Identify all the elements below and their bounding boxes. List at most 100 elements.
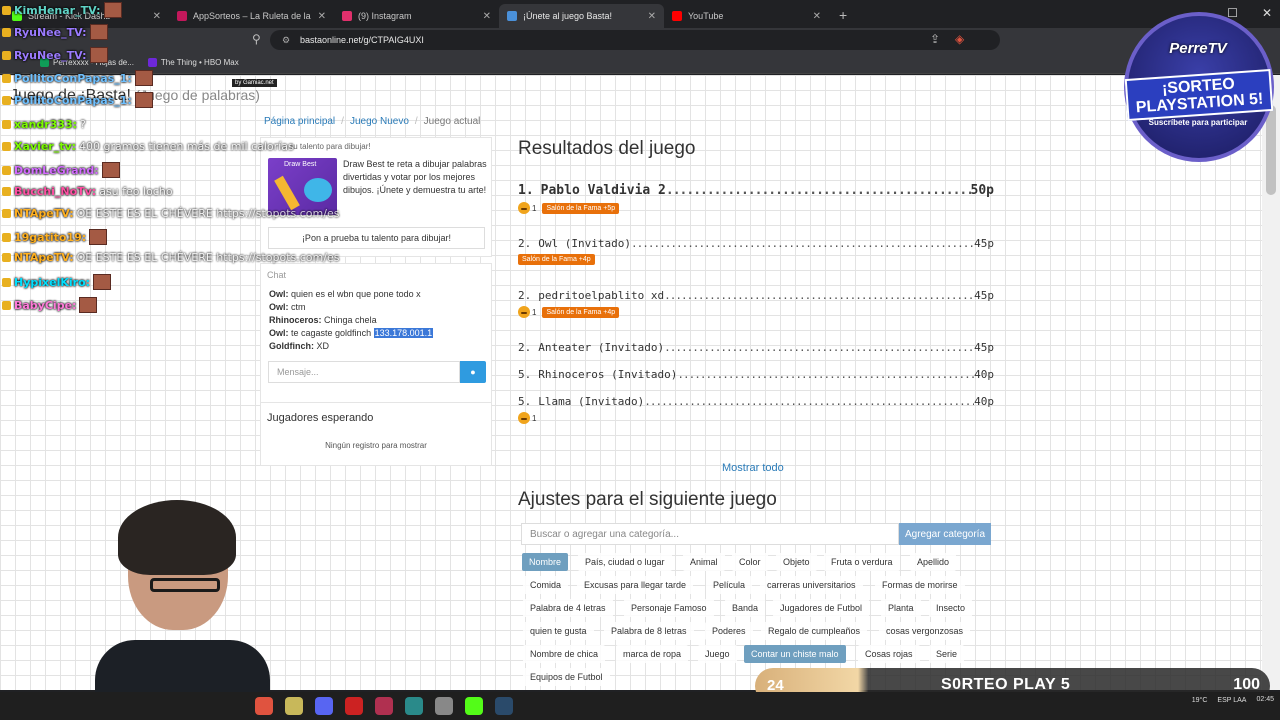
category-tag[interactable]: Nombre de chica	[523, 645, 606, 663]
chat-message: Owl: te cagaste goldfinch 133.178.001.1	[269, 327, 434, 340]
breadcrumb-current: Juego actual	[423, 116, 481, 127]
category-tag[interactable]: Contar un chiste malo	[744, 645, 846, 663]
category-tag[interactable]: Película	[706, 576, 753, 594]
chat-emote-icon	[103, 2, 122, 18]
new-tab-button[interactable]: +	[829, 7, 857, 23]
chat-emote-icon	[89, 229, 108, 245]
crown-badge-icon	[2, 142, 11, 151]
angry-face-icon[interactable]	[518, 412, 530, 424]
category-tag[interactable]: País, ciudad o lugar	[578, 553, 672, 571]
logo-subscribe: Suscríbete para participar	[1148, 118, 1248, 127]
chat-emote-icon	[93, 274, 112, 290]
stream-chat-line: PollitoConPapas_1:	[2, 70, 153, 86]
category-tag[interactable]: Regalo de cumpleaños	[761, 622, 868, 640]
kick-icon[interactable]	[465, 697, 483, 715]
category-tag[interactable]: Personaje Famoso	[624, 599, 714, 617]
result-line: 1. Pablo Valdivia 2......................…	[518, 183, 994, 198]
stream-chat-user: PollitoConPapas_1:	[14, 93, 132, 107]
stream-chat-user: RyuNee_TV:	[14, 25, 87, 39]
category-tag[interactable]: quien te gusta	[523, 622, 594, 640]
result-points: 45p	[974, 289, 994, 302]
category-tag[interactable]: Animal	[683, 553, 725, 571]
add-category-button[interactable]: Agregar categoría	[899, 523, 991, 545]
angry-face-icon[interactable]	[518, 202, 530, 214]
category-tag[interactable]: Juego	[698, 645, 737, 663]
close-tab-icon[interactable]: ✕	[813, 11, 821, 22]
clock[interactable]: 02:45	[1256, 695, 1274, 705]
category-tag[interactable]: Objeto	[776, 553, 817, 571]
category-tag[interactable]: Serie	[929, 645, 965, 663]
category-tag[interactable]: carreras universitarios	[760, 576, 863, 594]
category-tag[interactable]: Insecto	[929, 599, 973, 617]
obs-icon[interactable]	[435, 697, 453, 715]
share-icon[interactable]: ⇪	[930, 32, 940, 46]
category-tag[interactable]: Formas de morirse	[875, 576, 965, 594]
brave-icon[interactable]	[255, 697, 273, 715]
language-indicator[interactable]: ESP LAA	[1217, 697, 1246, 704]
page-scrollbar[interactable]	[1262, 75, 1280, 690]
angry-face-icon[interactable]	[518, 306, 530, 318]
weather-text[interactable]: 19°C	[1192, 697, 1208, 704]
category-tag[interactable]: Color	[732, 553, 768, 571]
chat-text: XD	[316, 341, 330, 351]
stream-chat-user: Xavier_tv:	[14, 140, 77, 153]
stream-chat-user: NTApeTV:	[14, 207, 74, 220]
message-input[interactable]: Mensaje...	[268, 361, 460, 383]
results-title: Resultados del juego	[518, 138, 696, 159]
result-player-name: Rhinoceros (Invitado)	[538, 368, 678, 381]
result-row: 2. pedritoelpablito xd...................…	[518, 289, 994, 318]
result-player-name: pedritoelpablito xd	[538, 289, 665, 302]
stream-chat-line: xandr333:?	[2, 118, 86, 131]
crown-badge-icon	[2, 232, 11, 242]
result-leader-dots: ........................................…	[630, 237, 974, 250]
category-tag[interactable]: Cosas rojas	[858, 645, 920, 663]
waiting-empty: Ningún registro para mostrar	[325, 441, 427, 450]
perretv-giveaway-logo: PerreTV ¡SORTEO PLAYSTATION 5! Suscríbet…	[1118, 12, 1278, 162]
category-tag[interactable]: Fruta o verdura	[824, 553, 900, 571]
close-tab-icon[interactable]: ✕	[648, 11, 656, 22]
category-search-input[interactable]: Buscar o agregar una categoría...	[521, 523, 899, 545]
category-tag[interactable]: Palabra de 8 letras	[604, 622, 694, 640]
settings-title: Ajustes para el siguiente juego	[518, 489, 777, 510]
tab-label: ¡Únete al juego Basta!	[523, 11, 613, 21]
crown-badge-icon	[2, 209, 11, 218]
steam-icon[interactable]	[495, 697, 513, 715]
category-tag[interactable]: Comida	[523, 576, 569, 594]
category-tag[interactable]: Jugadores de Futbol	[773, 599, 870, 617]
app-icon[interactable]	[285, 697, 303, 715]
stream-chat-line: DomLeGrand:	[2, 162, 120, 178]
category-tag[interactable]: Apellido	[910, 553, 957, 571]
emoji-count: 1	[532, 413, 537, 423]
category-tag[interactable]: Excusas para llegar tarde	[577, 576, 694, 594]
result-extras: 1 Salón de la Fama +4p	[518, 306, 994, 318]
emoji-count: 1	[532, 203, 537, 213]
crown-badge-icon	[2, 187, 11, 196]
category-tag[interactable]: cosas vergonzosas	[879, 622, 971, 640]
show-all-link[interactable]: Mostrar todo	[722, 462, 784, 474]
crown-badge-icon	[2, 50, 11, 60]
category-tag[interactable]: Palabra de 4 letras	[523, 599, 613, 617]
category-tag[interactable]: Equipos de Futbol	[523, 668, 610, 686]
category-tag[interactable]: Poderes	[705, 622, 753, 640]
selected-text[interactable]: 133.178.001.1	[373, 328, 434, 338]
category-tag[interactable]: Nombre	[522, 553, 569, 571]
tab-favicon-icon	[672, 11, 682, 21]
app-icon[interactable]	[375, 697, 393, 715]
discord-icon[interactable]	[315, 697, 333, 715]
stream-chat-line: Bucchi_NoTv: asu feo locho	[2, 185, 173, 198]
close-tab-icon[interactable]: ✕	[483, 11, 491, 22]
result-rank: 2.	[518, 289, 532, 302]
opera-icon[interactable]	[345, 697, 363, 715]
logo-brand: PerreTV	[1169, 40, 1227, 57]
browser-tab[interactable]: YouTube ✕	[664, 4, 829, 28]
category-tag[interactable]: Banda	[725, 599, 766, 617]
browser-tab[interactable]: ¡Únete al juego Basta! ✕	[499, 4, 664, 28]
send-message-button[interactable]: ●	[460, 361, 486, 383]
app-icon[interactable]	[405, 697, 423, 715]
waiting-title: Jugadores esperando	[267, 412, 374, 424]
taskbar-apps	[255, 697, 513, 715]
brave-shield-icon[interactable]: ◈	[955, 32, 964, 46]
category-tag[interactable]: Planta	[881, 599, 921, 617]
chat-bubble-icon: ●	[470, 367, 476, 377]
category-tag[interactable]: marca de ropa	[616, 645, 689, 663]
